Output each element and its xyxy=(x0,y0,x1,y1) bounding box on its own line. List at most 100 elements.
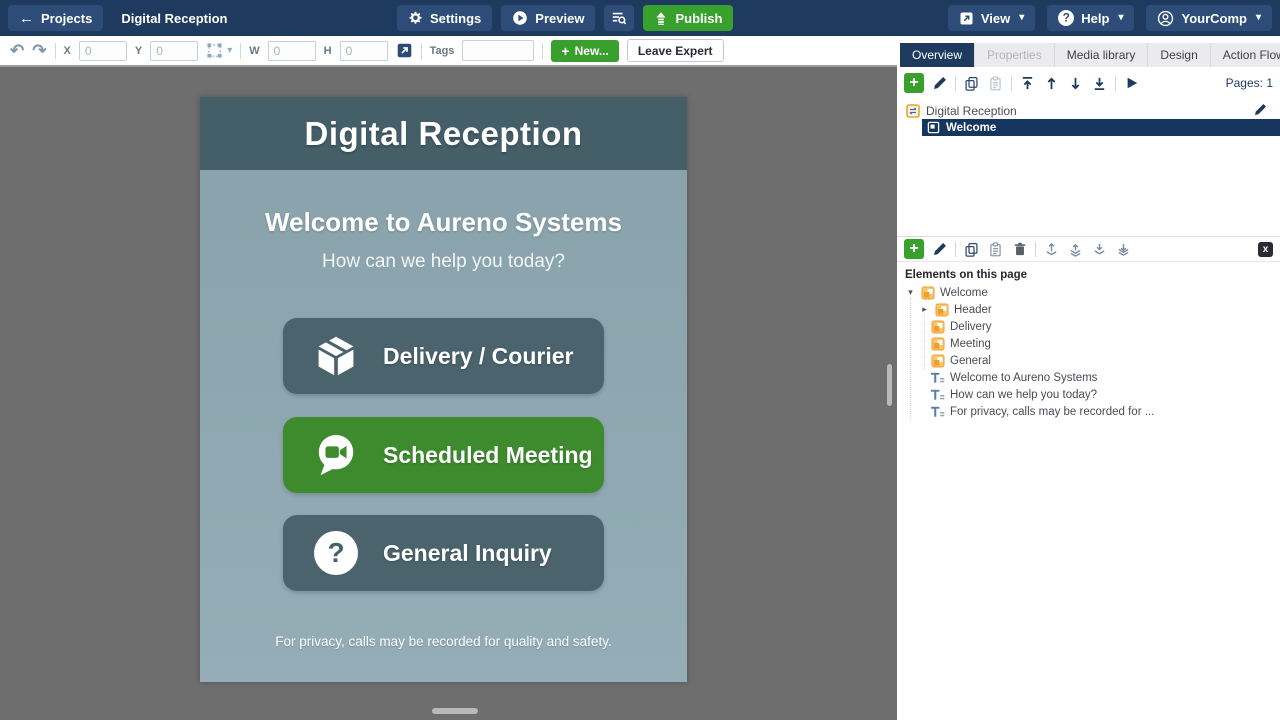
anchor-point-icon[interactable]: ▾ xyxy=(206,42,232,59)
help-icon: ? xyxy=(1058,10,1074,26)
edit-pencil-icon[interactable] xyxy=(1254,103,1267,116)
element-row-delivery[interactable]: Delivery xyxy=(897,318,1280,335)
divider xyxy=(955,76,956,91)
general-inquiry-button[interactable]: ? General Inquiry xyxy=(283,515,604,591)
help-menu-button[interactable]: ? Help ▾ xyxy=(1047,5,1134,31)
delete-trash-icon[interactable] xyxy=(1011,241,1028,258)
send-to-back-icon[interactable] xyxy=(1115,241,1132,258)
element-row-text-privacy[interactable]: For privacy, calls may be recorded for .… xyxy=(897,403,1280,420)
kiosk-header: Digital Reception xyxy=(200,97,687,170)
tab-overview[interactable]: Overview xyxy=(900,43,975,67)
chevron-down-icon: ▾ xyxy=(227,46,232,56)
expander-right-icon[interactable]: ▸ xyxy=(919,304,930,315)
group-icon xyxy=(935,303,949,317)
gear-icon xyxy=(408,11,423,26)
upload-icon xyxy=(654,11,668,26)
fit-window-icon[interactable] xyxy=(396,42,413,59)
chevron-down-icon: ▾ xyxy=(1256,13,1261,23)
experience-icon xyxy=(906,104,920,118)
move-down-icon[interactable] xyxy=(1067,75,1084,92)
project-tree: Digital Reception Welcome xyxy=(897,102,1280,136)
element-label: General xyxy=(950,355,991,367)
element-row-text-welcome[interactable]: Welcome to Aureno Systems xyxy=(897,369,1280,386)
divider xyxy=(1011,76,1012,91)
divider xyxy=(1115,76,1116,91)
scheduled-meeting-label: Scheduled Meeting xyxy=(383,442,593,469)
move-up-icon[interactable] xyxy=(1043,75,1060,92)
inspector-panel: Overview Properties Media library Design… xyxy=(897,36,1280,720)
settings-button[interactable]: Settings xyxy=(397,5,492,31)
expander-down-icon[interactable]: ▾ xyxy=(905,287,916,298)
video-chat-icon xyxy=(313,432,359,478)
group-icon xyxy=(921,286,935,300)
group-icon xyxy=(931,354,945,368)
exclude-x-icon[interactable]: x xyxy=(1258,242,1273,257)
tab-action-flows[interactable]: Action Flows xyxy=(1211,43,1280,67)
topbar-right: View ▾ ? Help ▾ YourComp ▾ xyxy=(948,5,1272,31)
project-root-label: Digital Reception xyxy=(926,104,1017,118)
send-backward-icon[interactable] xyxy=(1091,241,1108,258)
kiosk-welcome-heading: Welcome to Aureno Systems xyxy=(200,207,687,238)
horizontal-scrollbar[interactable] xyxy=(432,708,478,714)
move-to-bottom-icon[interactable] xyxy=(1091,75,1108,92)
redo-button[interactable]: ↷ xyxy=(32,42,46,59)
element-row-general[interactable]: General xyxy=(897,352,1280,369)
account-label: YourComp xyxy=(1181,11,1246,26)
paste-icon[interactable] xyxy=(987,241,1004,258)
add-element-button[interactable]: + xyxy=(904,239,924,259)
undo-button[interactable]: ↶ xyxy=(10,42,24,59)
h-input[interactable] xyxy=(340,41,388,61)
page-row-welcome-selected[interactable]: Welcome xyxy=(922,119,1280,136)
element-label: Meeting xyxy=(950,338,991,350)
tab-design[interactable]: Design xyxy=(1148,43,1210,67)
w-input[interactable] xyxy=(268,41,316,61)
chevron-down-icon: ▾ xyxy=(1019,13,1024,23)
element-row-header[interactable]: ▸ Header xyxy=(897,301,1280,318)
new-element-button[interactable]: + New... xyxy=(551,40,618,62)
divider xyxy=(421,43,422,59)
tab-media-library[interactable]: Media library xyxy=(1055,43,1149,67)
back-to-projects-button[interactable]: ← Projects xyxy=(8,5,103,31)
x-input[interactable] xyxy=(79,41,127,61)
panel-tabbar: Overview Properties Media library Design… xyxy=(897,36,1280,67)
tab-properties[interactable]: Properties xyxy=(975,43,1055,67)
publish-label: Publish xyxy=(675,11,722,26)
play-circle-icon xyxy=(512,10,528,26)
package-icon xyxy=(313,333,359,379)
design-canvas[interactable]: Digital Reception Welcome to Aureno Syst… xyxy=(0,67,897,720)
view-menu-button[interactable]: View ▾ xyxy=(948,5,1035,31)
y-input[interactable] xyxy=(150,41,198,61)
copy-icon[interactable] xyxy=(963,75,980,92)
scheduled-meeting-button[interactable]: Scheduled Meeting xyxy=(283,417,604,493)
account-menu-button[interactable]: YourComp ▾ xyxy=(1146,5,1272,31)
back-arrow-icon: ← xyxy=(19,11,34,26)
play-page-icon[interactable] xyxy=(1123,75,1140,92)
element-row-welcome[interactable]: ▾ Welcome xyxy=(897,284,1280,301)
h-label: H xyxy=(324,45,332,57)
bring-forward-icon[interactable] xyxy=(1067,241,1084,258)
page-icon xyxy=(927,121,940,134)
edit-pencil-icon[interactable] xyxy=(931,241,948,258)
leave-expert-button[interactable]: Leave Expert xyxy=(627,39,724,62)
bring-to-front-icon[interactable] xyxy=(1043,241,1060,258)
user-avatar-icon xyxy=(1157,10,1174,27)
copy-icon[interactable] xyxy=(963,241,980,258)
kiosk-artboard[interactable]: Digital Reception Welcome to Aureno Syst… xyxy=(200,97,687,682)
group-icon xyxy=(931,337,945,351)
element-row-text-help[interactable]: How can we help you today? xyxy=(897,386,1280,403)
element-row-meeting[interactable]: Meeting xyxy=(897,335,1280,352)
elements-tree: ▾ Welcome ▸ Header Delivery xyxy=(897,284,1280,420)
publish-button[interactable]: Publish xyxy=(643,5,733,31)
project-root-row[interactable]: Digital Reception xyxy=(897,102,1280,119)
divider xyxy=(542,43,543,59)
tags-input[interactable] xyxy=(462,40,534,61)
chevron-down-icon: ▾ xyxy=(1118,13,1123,23)
delivery-courier-button[interactable]: Delivery / Courier xyxy=(283,318,604,394)
move-to-top-icon[interactable] xyxy=(1019,75,1036,92)
paste-icon[interactable] xyxy=(987,75,1004,92)
preview-button[interactable]: Preview xyxy=(501,5,595,31)
add-page-button[interactable]: + xyxy=(904,73,924,93)
activity-log-button[interactable] xyxy=(604,5,634,31)
vertical-scrollbar[interactable] xyxy=(887,364,892,406)
edit-pencil-icon[interactable] xyxy=(931,75,948,92)
